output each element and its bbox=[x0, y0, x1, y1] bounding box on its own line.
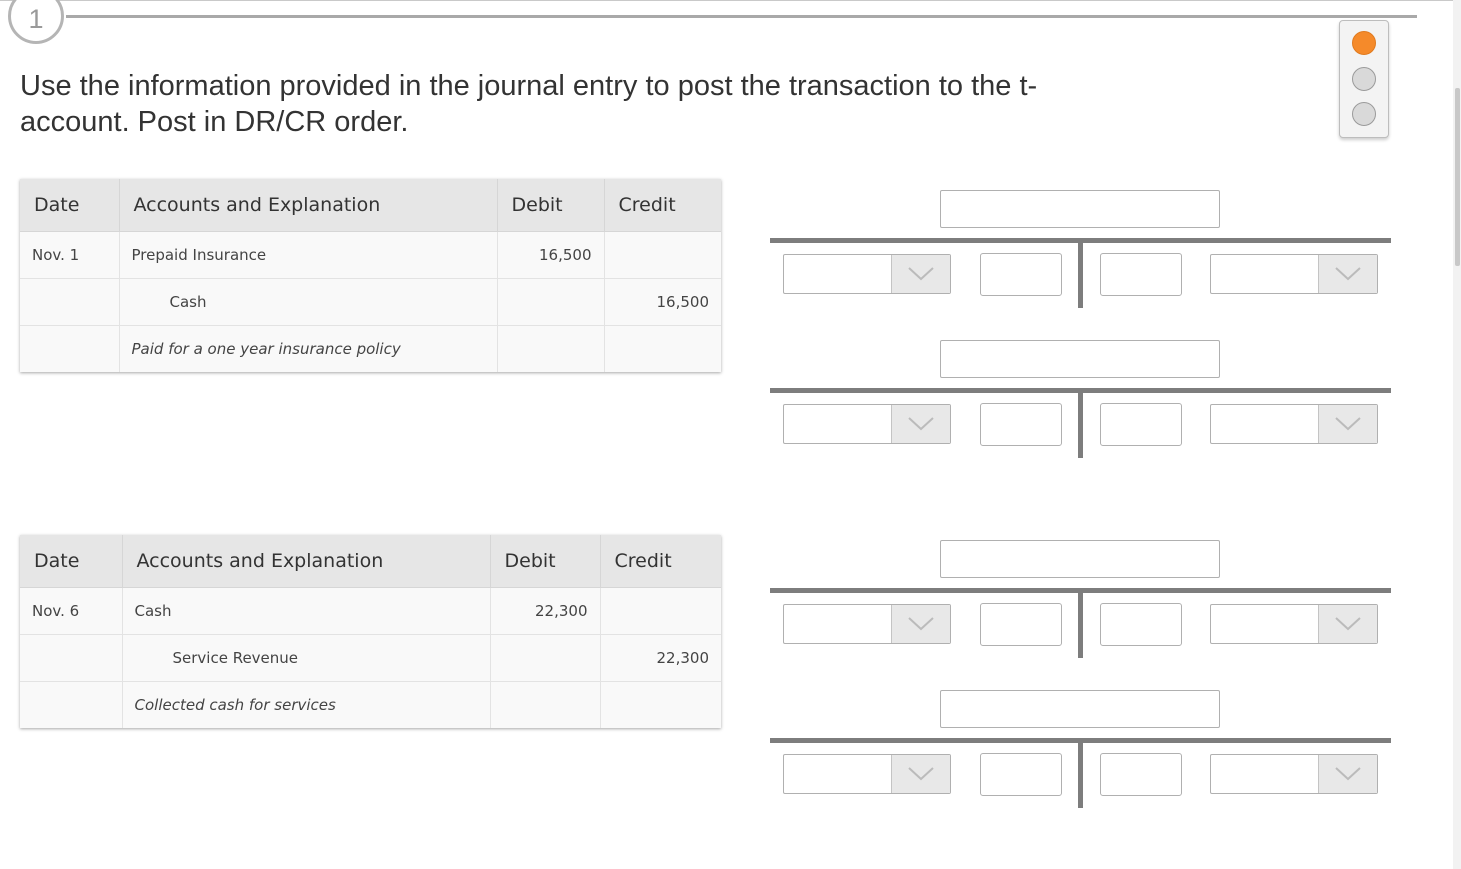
top-border bbox=[0, 0, 1461, 1]
row-account: Service Revenue bbox=[122, 634, 491, 682]
row-explanation: Paid for a one year insurance policy bbox=[119, 325, 498, 372]
row-account: Cash bbox=[119, 278, 498, 326]
header-date: Date bbox=[20, 179, 120, 232]
row-date: Nov. 6 bbox=[20, 587, 123, 635]
row-credit: 16,500 bbox=[604, 278, 721, 326]
debit-account-select[interactable] bbox=[783, 604, 951, 644]
row-credit bbox=[600, 587, 721, 635]
step-number-badge: 1 bbox=[8, 0, 64, 44]
header-date: Date bbox=[20, 535, 123, 588]
debit-amount-input[interactable] bbox=[980, 403, 1062, 446]
row-date: Nov. 1 bbox=[20, 231, 120, 279]
credit-amount-input[interactable] bbox=[1100, 403, 1182, 446]
chevron-down-icon[interactable] bbox=[891, 755, 950, 793]
chevron-down-icon[interactable] bbox=[1318, 405, 1377, 443]
row-debit: 22,300 bbox=[490, 587, 601, 635]
pager-dot-2[interactable] bbox=[1352, 67, 1376, 91]
pager-dot-1[interactable] bbox=[1352, 31, 1376, 55]
debit-amount-input[interactable] bbox=[980, 753, 1062, 796]
credit-account-select[interactable] bbox=[1210, 404, 1378, 444]
pager-dot-3[interactable] bbox=[1352, 102, 1376, 126]
credit-amount-input[interactable] bbox=[1100, 753, 1182, 796]
chevron-down-icon[interactable] bbox=[891, 405, 950, 443]
row-debit bbox=[490, 634, 601, 682]
step-divider bbox=[66, 15, 1417, 18]
t-account-vertical-bar bbox=[1078, 593, 1083, 658]
t-account-title-input[interactable] bbox=[940, 340, 1220, 378]
row-account: Cash bbox=[122, 587, 491, 635]
chevron-down-icon[interactable] bbox=[1318, 755, 1377, 793]
t-account-vertical-bar bbox=[1078, 393, 1083, 458]
chevron-down-icon[interactable] bbox=[891, 605, 950, 643]
journal-row: Nov. 1 Prepaid Insurance 16,500 bbox=[20, 231, 721, 279]
row-date bbox=[20, 278, 120, 326]
credit-amount-input[interactable] bbox=[1100, 253, 1182, 296]
journal-row: Nov. 6 Cash 22,300 bbox=[20, 587, 721, 635]
journal-explanation-row: Paid for a one year insurance policy bbox=[20, 325, 721, 372]
question-pager bbox=[1339, 20, 1389, 138]
debit-account-select[interactable] bbox=[783, 254, 951, 294]
row-credit: 22,300 bbox=[600, 634, 721, 682]
credit-account-select[interactable] bbox=[1210, 754, 1378, 794]
debit-amount-input[interactable] bbox=[980, 603, 1062, 646]
t-account-3 bbox=[770, 540, 1391, 658]
t-account-4 bbox=[770, 690, 1391, 808]
journal-table-1: Date Accounts and Explanation Debit Cred… bbox=[20, 179, 721, 372]
row-date bbox=[20, 634, 123, 682]
t-account-1 bbox=[770, 190, 1391, 308]
chevron-down-icon[interactable] bbox=[1318, 605, 1377, 643]
chevron-down-icon[interactable] bbox=[891, 255, 950, 293]
journal-table-2: Date Accounts and Explanation Debit Cred… bbox=[20, 535, 721, 728]
header-accounts: Accounts and Explanation bbox=[119, 179, 498, 232]
row-credit bbox=[604, 231, 721, 279]
header-credit: Credit bbox=[604, 179, 721, 232]
header-debit: Debit bbox=[497, 179, 605, 232]
t-account-title-input[interactable] bbox=[940, 190, 1220, 228]
header-credit: Credit bbox=[600, 535, 721, 588]
row-debit bbox=[497, 278, 605, 326]
row-account: Prepaid Insurance bbox=[119, 231, 498, 279]
credit-account-select[interactable] bbox=[1210, 604, 1378, 644]
step-number: 1 bbox=[28, 3, 44, 34]
credit-amount-input[interactable] bbox=[1100, 603, 1182, 646]
t-account-title-input[interactable] bbox=[940, 540, 1220, 578]
journal-row: Service Revenue 22,300 bbox=[20, 634, 721, 682]
header-debit: Debit bbox=[490, 535, 601, 588]
instructions-text: Use the information provided in the jour… bbox=[20, 70, 1038, 138]
t-account-vertical-bar bbox=[1078, 243, 1083, 308]
t-account-vertical-bar bbox=[1078, 743, 1083, 808]
journal-row: Cash 16,500 bbox=[20, 278, 721, 326]
credit-account-select[interactable] bbox=[1210, 254, 1378, 294]
debit-amount-input[interactable] bbox=[980, 253, 1062, 296]
debit-account-select[interactable] bbox=[783, 754, 951, 794]
debit-account-select[interactable] bbox=[783, 404, 951, 444]
chevron-down-icon[interactable] bbox=[1318, 255, 1377, 293]
t-account-2 bbox=[770, 340, 1391, 458]
t-account-title-input[interactable] bbox=[940, 690, 1220, 728]
header-accounts: Accounts and Explanation bbox=[122, 535, 491, 588]
row-explanation: Collected cash for services bbox=[122, 681, 491, 728]
row-debit: 16,500 bbox=[497, 231, 605, 279]
journal-explanation-row: Collected cash for services bbox=[20, 681, 721, 728]
scrollbar-thumb[interactable] bbox=[1455, 88, 1460, 266]
